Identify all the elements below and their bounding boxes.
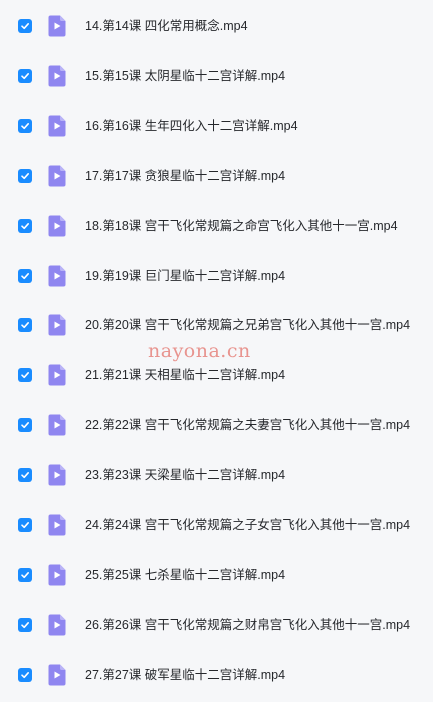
video-file-icon <box>48 414 66 436</box>
checkmark-icon <box>21 23 29 30</box>
checkbox[interactable] <box>18 567 32 582</box>
file-name: 23.第23课 天梁星临十二宫详解.mp4 <box>85 468 286 483</box>
checkmark-icon <box>21 472 29 479</box>
file-name: 16.第16课 生年四化入十二宫详解.mp4 <box>85 118 298 133</box>
file-name: 25.第25课 七杀星临十二宫详解.mp4 <box>85 567 286 582</box>
video-file-icon <box>48 614 66 636</box>
file-name: 24.第24课 宫干飞化常规篇之子女宫飞化入其他十一宫.mp4 <box>85 518 411 532</box>
video-file-icon <box>48 564 66 586</box>
checkbox[interactable] <box>18 68 32 83</box>
checkmark-icon <box>21 571 29 578</box>
checkbox[interactable] <box>18 168 32 183</box>
video-file-icon <box>48 115 66 137</box>
file-row[interactable]: 23.第23课 天梁星临十二宫详解.mp4 <box>0 450 433 500</box>
checkmark-icon <box>21 621 29 628</box>
file-row[interactable]: 16.第16课 生年四化入十二宫详解.mp4 <box>0 101 433 151</box>
file-name: 14.第14课 四化常用概念.mp4 <box>85 19 248 33</box>
checkbox[interactable] <box>18 617 32 632</box>
file-row[interactable]: 17.第17课 贪狼星临十二宫详解.mp4 <box>0 151 433 201</box>
video-file-icon <box>48 15 66 37</box>
checkbox[interactable] <box>18 418 32 433</box>
checkbox[interactable] <box>18 19 32 33</box>
checkbox[interactable] <box>18 518 32 532</box>
file-row[interactable]: 27.第27课 破军星临十二宫详解.mp4 <box>0 650 433 700</box>
checkmark-icon <box>21 372 29 379</box>
file-name: 19.第19课 巨门星临十二宫详解.mp4 <box>85 268 286 283</box>
checkmark-icon <box>21 172 29 179</box>
file-row[interactable]: 25.第25课 七杀星临十二宫详解.mp4 <box>0 550 433 600</box>
file-row[interactable]: 14.第14课 四化常用概念.mp4 <box>0 1 433 51</box>
file-name: 22.第22课 宫干飞化常规篇之夫妻宫飞化入其他十一宫.mp4 <box>85 418 411 433</box>
checkbox[interactable] <box>18 667 32 682</box>
checkmark-icon <box>21 72 29 79</box>
video-file-icon <box>48 265 66 287</box>
video-file-icon <box>48 165 66 187</box>
video-file-icon <box>48 215 66 237</box>
file-row[interactable]: 24.第24课 宫干飞化常规篇之子女宫飞化入其他十一宫.mp4 <box>0 500 433 550</box>
file-name: 17.第17课 贪狼星临十二宫详解.mp4 <box>85 168 286 183</box>
file-name: 15.第15课 太阴星临十二宫详解.mp4 <box>85 68 286 83</box>
file-name: 20.第20课 宫干飞化常规篇之兄弟宫飞化入其他十一宫.mp4 <box>85 318 411 333</box>
checkmark-icon <box>21 422 29 429</box>
checkmark-icon <box>21 671 29 678</box>
checkbox[interactable] <box>18 318 32 333</box>
checkmark-icon <box>21 272 29 279</box>
file-row[interactable]: 26.第26课 宫干飞化常规篇之财帛宫飞化入其他十一宫.mp4 <box>0 600 433 650</box>
checkbox[interactable] <box>18 468 32 483</box>
file-row[interactable]: 22.第22课 宫干飞化常规篇之夫妻宫飞化入其他十一宫.mp4 <box>0 400 433 450</box>
checkbox[interactable] <box>18 218 32 233</box>
checkmark-icon <box>21 322 29 329</box>
video-file-icon <box>48 364 66 386</box>
file-name: 18.第18课 宫干飞化常规篇之命宫飞化入其他十一宫.mp4 <box>85 218 398 233</box>
video-file-icon <box>48 664 66 686</box>
file-row[interactable]: 18.第18课 宫干飞化常规篇之命宫飞化入其他十一宫.mp4 <box>0 201 433 251</box>
checkmark-icon <box>21 522 29 529</box>
watermark: nayona.cn <box>148 340 251 362</box>
video-file-icon <box>48 514 66 536</box>
video-file-icon <box>48 464 66 486</box>
video-file-icon <box>48 65 66 87</box>
checkbox[interactable] <box>18 268 32 283</box>
checkbox[interactable] <box>18 368 32 383</box>
file-row[interactable]: 15.第15课 太阴星临十二宫详解.mp4 <box>0 51 433 101</box>
video-file-icon <box>48 314 66 336</box>
checkbox[interactable] <box>18 118 32 133</box>
file-name: 26.第26课 宫干飞化常规篇之财帛宫飞化入其他十一宫.mp4 <box>85 617 411 632</box>
file-name: 21.第21课 天相星临十二宫详解.mp4 <box>85 368 286 383</box>
checkmark-icon <box>21 222 29 229</box>
file-row[interactable]: 19.第19课 巨门星临十二宫详解.mp4 <box>0 251 433 301</box>
file-name: 27.第27课 破军星临十二宫详解.mp4 <box>85 667 286 682</box>
checkmark-icon <box>21 122 29 129</box>
